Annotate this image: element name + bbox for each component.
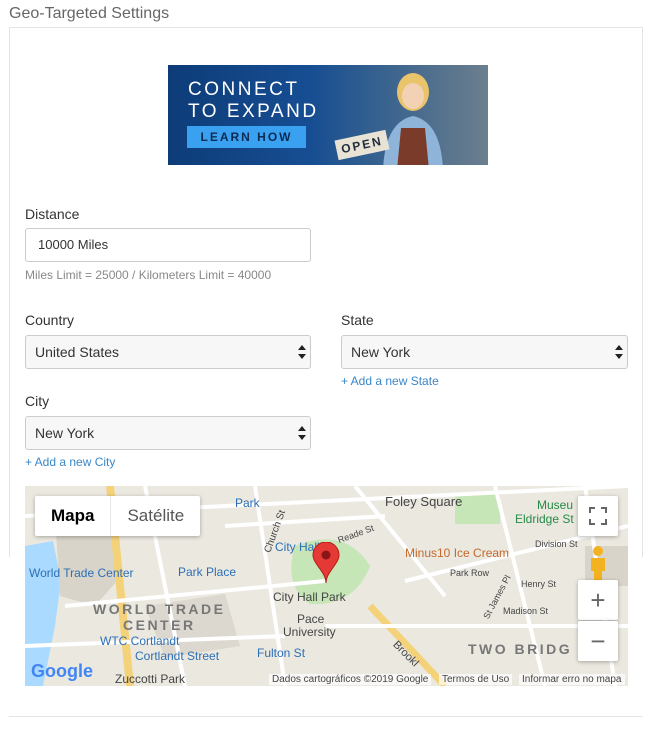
map-label-pace: Pace — [297, 612, 325, 626]
country-select-value: United States — [35, 344, 120, 360]
fullscreen-icon — [589, 507, 607, 525]
map-label-henry: Henry St — [521, 579, 557, 589]
select-arrows-icon — [298, 426, 306, 440]
map-label-park: Park — [235, 496, 260, 510]
map-type-map-button[interactable]: Mapa — [35, 496, 110, 536]
banner-person-image — [383, 73, 443, 165]
map-label-minus10: Minus10 Ice Cream — [405, 546, 510, 560]
map-label-park-place: Park Place — [178, 565, 237, 579]
map-label-division: Division St — [535, 539, 578, 549]
map-type-control: Mapa Satélite — [35, 496, 201, 536]
state-select[interactable]: New York — [341, 335, 628, 369]
map-label-world-trade: WORLD TRADE — [93, 601, 226, 617]
map-attribution: Dados cartográficos ©2019 Google — [269, 674, 432, 685]
map-label-madison: Madison St — [503, 606, 549, 616]
map-type-satellite-button[interactable]: Satélite — [110, 496, 200, 536]
banner-ad[interactable]: CONNECT TO EXPAND LEARN HOW OPEN — [168, 65, 488, 165]
map-label-two-bridges: TWO BRIDG — [468, 641, 573, 657]
map-label-park-row: Park Row — [450, 568, 490, 578]
bottom-divider — [9, 716, 643, 717]
map-label-wtc-cortlandt: WTC Cortlandt — [100, 634, 180, 648]
city-select[interactable]: New York — [25, 416, 311, 450]
city-select-value: New York — [35, 425, 95, 441]
state-label: State — [341, 312, 374, 328]
banner-cta-button[interactable]: LEARN HOW — [187, 126, 306, 148]
select-arrows-icon — [615, 345, 623, 359]
add-state-link[interactable]: + Add a new State — [341, 374, 439, 388]
city-label: City — [25, 393, 50, 409]
country-select[interactable]: United States — [25, 335, 311, 369]
map-label-cortlandt: Cortlandt Street — [135, 649, 220, 663]
state-select-value: New York — [351, 344, 411, 360]
map-label-fulton: Fulton St — [257, 646, 306, 660]
distance-label: Distance — [25, 206, 80, 222]
map-label-wtc: World Trade Center — [29, 566, 134, 580]
map-label-museum: Museu — [537, 498, 574, 512]
banner-headline-line1: CONNECT — [188, 79, 300, 100]
map-label-pace-university: University — [283, 625, 336, 639]
map-label-foley: Foley Square — [385, 494, 463, 509]
map-label-eldridge: Eldridge St — [515, 512, 574, 526]
banner-headline: CONNECT TO EXPAND — [188, 79, 319, 123]
map-label-city-hall-park: City Hall Park — [273, 590, 346, 604]
map-terms-link[interactable]: Termos de Uso — [439, 674, 513, 685]
zoom-out-button[interactable]: − — [578, 621, 618, 661]
map-footer: Dados cartográficos ©2019 Google Termos … — [25, 672, 628, 686]
map-report-link[interactable]: Informar erro no mapa — [519, 674, 625, 685]
country-label: Country — [25, 312, 75, 328]
zoom-in-button[interactable]: + — [578, 580, 618, 620]
map-view[interactable]: Park Foley Square Museu Eldridge St Chur… — [25, 486, 628, 686]
section-title: Geo-Targeted Settings — [9, 5, 170, 22]
select-arrows-icon — [298, 345, 306, 359]
distance-help-text: Miles Limit = 25000 / Kilometers Limit =… — [25, 268, 272, 282]
banner-headline-line2: TO EXPAND — [188, 101, 319, 122]
distance-input[interactable]: 10000 Miles — [25, 228, 311, 262]
map-label-center: CENTER — [123, 617, 196, 633]
pegman-icon[interactable] — [578, 542, 618, 582]
fullscreen-button[interactable] — [578, 496, 618, 536]
map-pin-icon[interactable] — [312, 542, 340, 584]
add-city-link[interactable]: + Add a new City — [25, 455, 115, 469]
